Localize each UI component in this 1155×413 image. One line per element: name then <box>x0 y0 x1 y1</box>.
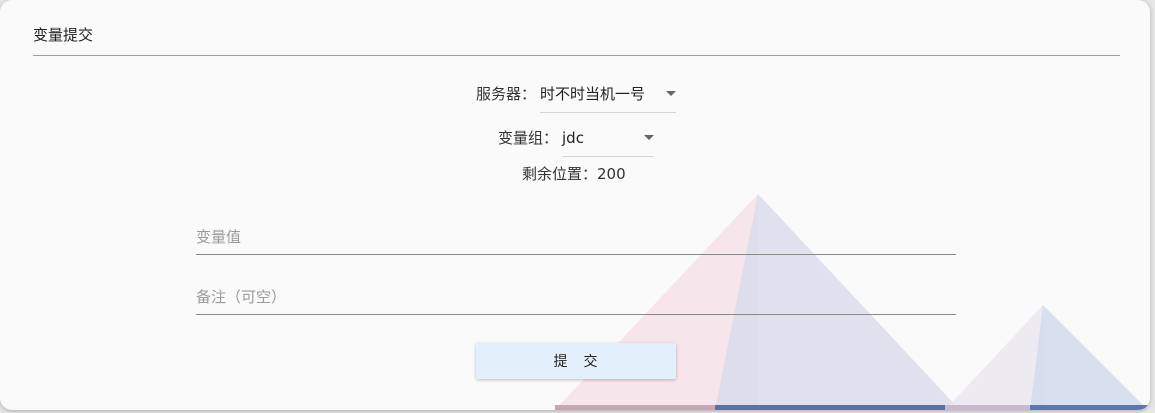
variable-submit-card: 变量提交 服务器： 时不时当机一号 变量组： jdc 剩余位置：200 提 交 <box>0 0 1150 410</box>
caret-down-icon <box>644 135 654 140</box>
group-select[interactable]: jdc <box>562 120 654 157</box>
group-select-value: jdc <box>562 129 584 147</box>
card-title: 变量提交 <box>33 26 94 44</box>
server-label: 服务器： <box>476 85 537 103</box>
note-input[interactable] <box>196 280 956 315</box>
caret-down-icon <box>666 91 676 96</box>
server-select[interactable]: 时不时当机一号 <box>540 76 676 113</box>
variable-value-input[interactable] <box>196 220 956 255</box>
group-label: 变量组： <box>498 129 559 147</box>
server-select-value: 时不时当机一号 <box>540 85 646 103</box>
submit-button[interactable]: 提 交 <box>476 343 676 379</box>
remaining-slots-text: 剩余位置：200 <box>522 165 626 183</box>
title-divider <box>33 55 1120 56</box>
